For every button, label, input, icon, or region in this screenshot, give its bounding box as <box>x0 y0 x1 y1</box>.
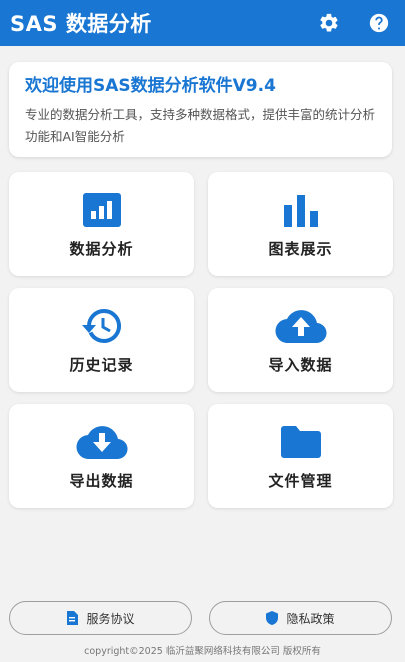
tile-label: 导入数据 <box>268 356 333 374</box>
tile-history[interactable]: 历史记录 <box>9 288 194 392</box>
tile-import-data[interactable]: 导入数据 <box>208 288 393 392</box>
settings-button[interactable] <box>314 8 344 38</box>
document-icon <box>67 611 79 625</box>
tile-label: 图表展示 <box>268 240 333 258</box>
cloud-upload-icon <box>275 310 326 343</box>
help-icon <box>369 13 389 33</box>
tile-label: 导出数据 <box>69 472 134 490</box>
analytics-icon <box>82 193 121 227</box>
welcome-description: 专业的数据分析工具，支持多种数据格式，提供丰富的统计分析功能和AI智能分析 <box>25 107 376 144</box>
tile-file-management[interactable]: 文件管理 <box>208 404 393 508</box>
service-agreement-button[interactable]: 服务协议 <box>9 601 192 635</box>
welcome-title: 欢迎使用SAS数据分析软件V9.4 <box>25 76 276 96</box>
tile-label: 数据分析 <box>69 240 134 258</box>
service-agreement-label: 服务协议 <box>86 611 135 626</box>
bar-chart-icon <box>283 195 318 227</box>
privacy-policy-label: 隐私政策 <box>286 611 335 626</box>
folder-icon <box>280 426 321 458</box>
tile-data-analysis[interactable]: 数据分析 <box>9 172 194 276</box>
tile-label: 文件管理 <box>268 472 333 490</box>
gear-icon <box>320 13 338 32</box>
privacy-policy-button[interactable]: 隐私政策 <box>209 601 392 635</box>
tile-label: 历史记录 <box>69 356 134 374</box>
copyright-footer: copyright©2025 临沂益聚网络科技有限公司 版权所有 <box>84 646 321 657</box>
app-title: SAS 数据分析 <box>10 12 152 36</box>
shield-icon <box>266 611 279 625</box>
tile-chart-display[interactable]: 图表展示 <box>208 172 393 276</box>
tile-export-data[interactable]: 导出数据 <box>9 404 194 508</box>
help-button[interactable] <box>364 8 394 38</box>
cloud-download-icon <box>76 426 127 459</box>
welcome-card: 欢迎使用SAS数据分析软件V9.4 专业的数据分析工具，支持多种数据格式，提供丰… <box>9 62 392 157</box>
app-bar: SAS 数据分析 <box>0 0 405 46</box>
history-icon <box>81 309 121 343</box>
